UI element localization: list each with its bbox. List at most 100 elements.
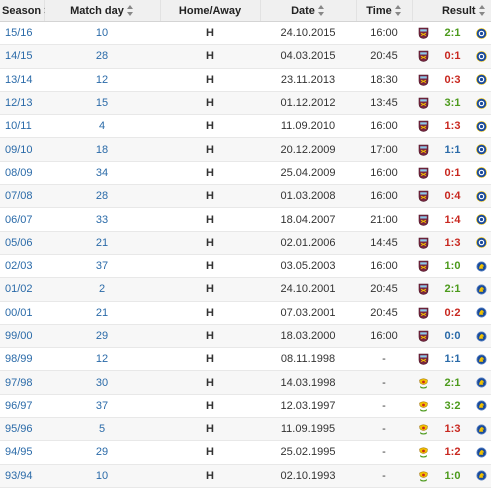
matchday-link[interactable]: 34	[44, 161, 160, 186]
season-link[interactable]: 14/15	[0, 44, 44, 69]
match-score[interactable]: 2:1	[445, 27, 461, 39]
match-score[interactable]: 2:1	[445, 377, 461, 389]
table-row[interactable]: 93/94 10 H 02.10.1993- 1:0	[0, 464, 491, 488]
season-link[interactable]: 96/97	[0, 394, 44, 419]
table-row[interactable]: 12/13 15 H 01.12.2012 13:45 3:1	[0, 91, 491, 116]
match-score[interactable]: 0:0	[445, 330, 461, 342]
result-cell[interactable]: 1:1	[412, 347, 491, 372]
table-row[interactable]: 96/97 37 H 12.03.1997- 3:2	[0, 394, 491, 419]
result-cell[interactable]: 2:1	[412, 21, 491, 46]
sort-arrows-icon[interactable]	[478, 5, 486, 16]
result-cell[interactable]: 0:0	[412, 324, 491, 349]
result-cell[interactable]: 1:3	[412, 114, 491, 139]
matchday-link[interactable]: 15	[44, 91, 160, 116]
table-row[interactable]: 09/10 18 H 20.12.2009 17:00 1:1	[0, 137, 491, 162]
matchday-link[interactable]: 12	[44, 68, 160, 92]
column-header-season[interactable]: Season	[0, 0, 51, 22]
result-cell[interactable]: 1:0	[412, 464, 491, 488]
matchday-link[interactable]: 12	[44, 347, 160, 372]
season-link[interactable]: 15/16	[0, 21, 44, 46]
season-link[interactable]: 12/13	[0, 91, 44, 116]
sort-arrows-icon[interactable]	[317, 5, 325, 16]
match-score[interactable]: 1:1	[445, 144, 461, 156]
matchday-link[interactable]: 29	[44, 324, 160, 349]
match-score[interactable]: 3:2	[445, 400, 461, 412]
result-cell[interactable]: 0:1	[412, 161, 491, 186]
result-cell[interactable]: 0:4	[412, 184, 491, 209]
season-link[interactable]: 93/94	[0, 464, 44, 488]
season-link[interactable]: 97/98	[0, 370, 44, 395]
season-link[interactable]: 98/99	[0, 347, 44, 372]
result-cell[interactable]: 1:3	[412, 231, 491, 255]
season-link[interactable]: 08/09	[0, 161, 44, 186]
season-link[interactable]: 09/10	[0, 137, 44, 162]
matchday-link[interactable]: 30	[44, 370, 160, 395]
matchday-link[interactable]: 29	[44, 440, 160, 465]
result-cell[interactable]: 1:4	[412, 207, 491, 232]
column-header-result[interactable]: Result	[412, 0, 491, 22]
matchday-link[interactable]: 37	[44, 254, 160, 279]
matchday-link[interactable]: 2	[44, 277, 160, 302]
table-row[interactable]: 07/08 28 H 01.03.2008 16:00 0:4	[0, 184, 491, 209]
column-header-matchday[interactable]: Match day	[44, 0, 161, 22]
table-row[interactable]: 06/07 33 H 18.04.2007 21:00 1:4	[0, 207, 491, 232]
match-score[interactable]: 1:0	[445, 260, 461, 272]
match-score[interactable]: 0:3	[445, 74, 461, 86]
matchday-link[interactable]: 28	[44, 44, 160, 69]
match-score[interactable]: 1:3	[445, 120, 461, 132]
match-score[interactable]: 1:2	[445, 446, 461, 458]
season-link[interactable]: 05/06	[0, 231, 44, 255]
season-link[interactable]: 02/03	[0, 254, 44, 279]
match-score[interactable]: 1:0	[445, 470, 461, 482]
season-link[interactable]: 06/07	[0, 207, 44, 232]
table-row[interactable]: 01/02 2 H 24.10.2001 20:45 2:1	[0, 277, 491, 302]
season-link[interactable]: 10/11	[0, 114, 44, 139]
matchday-link[interactable]: 18	[44, 137, 160, 162]
result-cell[interactable]: 1:3	[412, 417, 491, 442]
matchday-link[interactable]: 37	[44, 394, 160, 419]
result-cell[interactable]: 2:1	[412, 370, 491, 395]
column-header-date[interactable]: Date	[260, 0, 357, 22]
matchday-link[interactable]: 28	[44, 184, 160, 209]
matchday-link[interactable]: 21	[44, 231, 160, 255]
table-row[interactable]: 95/96 5 H 11.09.1995- 1:3	[0, 417, 491, 442]
match-score[interactable]: 1:3	[445, 237, 461, 249]
season-link[interactable]: 01/02	[0, 277, 44, 302]
match-score[interactable]: 1:4	[445, 214, 461, 226]
column-header-time[interactable]: Time	[356, 0, 413, 22]
sort-arrows-icon[interactable]	[394, 5, 402, 16]
table-row[interactable]: 15/16 10 H 24.10.2015 16:00 2:1	[0, 21, 491, 46]
match-score[interactable]: 2:1	[445, 283, 461, 295]
table-row[interactable]: 94/95 29 H 25.02.1995- 1:2	[0, 440, 491, 465]
season-link[interactable]: 13/14	[0, 68, 44, 92]
match-score[interactable]: 0:2	[445, 307, 461, 319]
matchday-link[interactable]: 5	[44, 417, 160, 442]
result-cell[interactable]: 1:0	[412, 254, 491, 279]
table-row[interactable]: 05/06 21 H 02.01.2006 14:45 1:3	[0, 231, 491, 255]
table-row[interactable]: 10/11 4 H 11.09.2010 16:00 1:3	[0, 114, 491, 139]
match-score[interactable]: 0:4	[445, 190, 461, 202]
result-cell[interactable]: 1:2	[412, 440, 491, 465]
season-link[interactable]: 94/95	[0, 440, 44, 465]
table-row[interactable]: 97/98 30 H 14.03.1998- 2:1	[0, 370, 491, 395]
matchday-link[interactable]: 33	[44, 207, 160, 232]
match-score[interactable]: 3:1	[445, 97, 461, 109]
season-link[interactable]: 00/01	[0, 301, 44, 325]
result-cell[interactable]: 0:1	[412, 44, 491, 69]
table-row[interactable]: 02/03 37 H 03.05.2003 16:00 1:0	[0, 254, 491, 279]
season-link[interactable]: 99/00	[0, 324, 44, 349]
season-link[interactable]: 07/08	[0, 184, 44, 209]
sort-arrows-icon[interactable]	[126, 5, 134, 16]
result-cell[interactable]: 2:1	[412, 277, 491, 302]
table-row[interactable]: 08/09 34 H 25.04.2009 16:00 0:1	[0, 161, 491, 186]
match-score[interactable]: 1:3	[445, 423, 461, 435]
matchday-link[interactable]: 10	[44, 21, 160, 46]
matchday-link[interactable]: 4	[44, 114, 160, 139]
match-score[interactable]: 1:1	[445, 353, 461, 365]
table-row[interactable]: 14/15 28 H 04.03.2015 20:45 0:1	[0, 44, 491, 69]
match-score[interactable]: 0:1	[445, 167, 461, 179]
match-score[interactable]: 0:1	[445, 50, 461, 62]
result-cell[interactable]: 0:3	[412, 68, 491, 92]
table-row[interactable]: 13/14 12 H 23.11.2013 18:30 0:3	[0, 68, 491, 92]
season-link[interactable]: 95/96	[0, 417, 44, 442]
